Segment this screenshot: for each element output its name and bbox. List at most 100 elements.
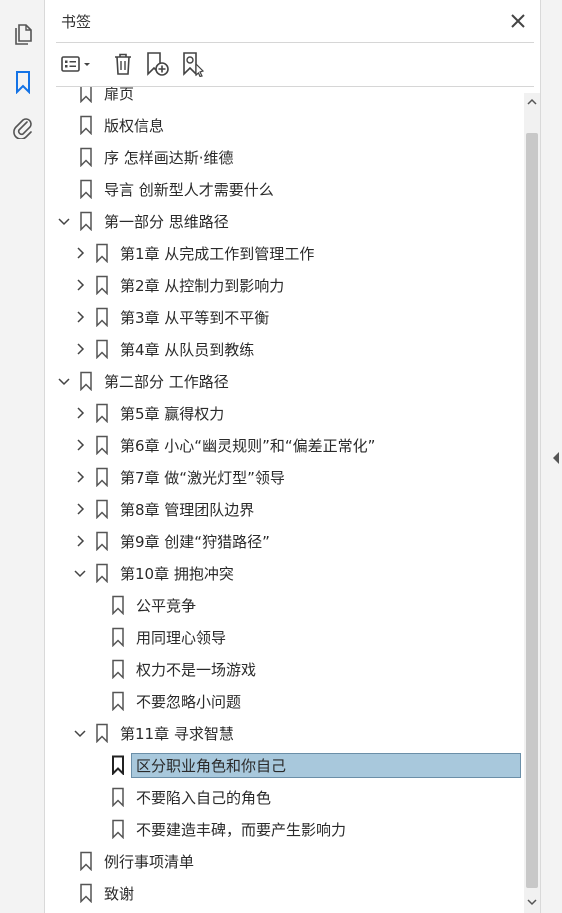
bookmark-item[interactable]: 第11章 寻求智慧: [72, 717, 234, 749]
bookmark-item[interactable]: 扉页: [56, 87, 134, 109]
bookmark-item-icon: [94, 499, 110, 519]
chevron-right-icon[interactable]: [72, 309, 88, 325]
chevron-right-icon[interactable]: [72, 277, 88, 293]
bookmark-item[interactable]: 序 怎样画达斯·维德: [56, 141, 234, 173]
attachment-icon[interactable]: [9, 113, 37, 141]
close-icon[interactable]: [508, 11, 528, 31]
scroll-up-arrow-icon[interactable]: [524, 93, 540, 111]
bookmark-item-icon: [94, 435, 110, 455]
scroll-down-arrow-icon[interactable]: [524, 893, 540, 911]
bookmark-item-label: 第10章 拥抱冲突: [120, 564, 234, 583]
chevron-right-icon[interactable]: [72, 437, 88, 453]
bookmark-item-icon: [78, 851, 94, 871]
chevron-right-icon[interactable]: [72, 469, 88, 485]
bookmark-item[interactable]: 不要陷入自己的角色: [88, 781, 271, 813]
bookmark-item-label: 版权信息: [104, 116, 165, 135]
bookmark-item-icon: [78, 211, 94, 231]
bookmark-item-icon: [94, 563, 110, 583]
bookmark-item[interactable]: 版权信息: [56, 109, 164, 141]
bookmark-item-icon: [110, 627, 126, 647]
pages-icon[interactable]: [9, 21, 37, 49]
bookmark-item[interactable]: 第一部分 思维路径: [56, 205, 229, 237]
bookmark-item[interactable]: 权力不是一场游戏: [88, 653, 256, 685]
bookmark-item[interactable]: 第4章 从队员到教练: [72, 333, 254, 365]
chevron-right-icon[interactable]: [72, 245, 88, 261]
bookmark-item-label: 公平竞争: [136, 596, 197, 615]
bookmarks-panel: 书签 扉页 版权信息 序 怎样画达斯·维德 导言 创新型人才需要什么 第一部分 …: [46, 0, 540, 913]
chevron-right-icon[interactable]: [72, 533, 88, 549]
bookmark-item[interactable]: 不要忽略小问题: [88, 685, 241, 717]
chevron-right-icon[interactable]: [72, 341, 88, 357]
bookmark-item[interactable]: 不要建造丰碑，而要产生影响力: [88, 813, 346, 845]
bookmark-item[interactable]: 第6章 小心“幽灵规则”和“偏差正常化”: [72, 429, 375, 461]
bookmark-item-label: 权力不是一场游戏: [136, 660, 257, 679]
chevron-down-icon[interactable]: [56, 373, 72, 389]
bookmark-item-icon: [94, 339, 110, 359]
bookmark-item-label: 第一部分 思维路径: [104, 212, 229, 231]
vertical-scrollbar[interactable]: [524, 93, 540, 913]
bookmark-item-label: 序 怎样画达斯·维德: [104, 148, 234, 167]
bookmark-item-label: 致谢: [104, 884, 135, 903]
bookmark-item[interactable]: 致谢: [56, 877, 134, 909]
bookmark-item-label: 区分职业角色和你自己: [131, 752, 521, 778]
bookmark-item[interactable]: 公平竞争: [88, 589, 196, 621]
collapse-panel-arrow-icon[interactable]: [551, 450, 561, 466]
bookmark-item-selected[interactable]: 区分职业角色和你自己: [88, 749, 521, 781]
bookmark-item[interactable]: 第3章 从平等到不平衡: [72, 301, 269, 333]
bookmark-item-label: 第4章 从队员到教练: [120, 340, 255, 359]
bookmark-item[interactable]: 例行事项清单: [56, 845, 194, 877]
bookmark-item-icon: [78, 115, 94, 135]
bookmark-tree: 扉页版权信息序 怎样画达斯·维德导言 创新型人才需要什么第一部分 思维路径第1章…: [46, 87, 522, 913]
bookmark-item-icon: [94, 275, 110, 295]
chevron-right-icon[interactable]: [72, 405, 88, 421]
bookmark-item-icon: [94, 723, 110, 743]
chevron-down-icon[interactable]: [72, 725, 88, 741]
header-divider: [56, 42, 534, 43]
chevron-down-icon[interactable]: [72, 565, 88, 581]
bookmark-item-icon: [94, 307, 110, 327]
bookmark-icon[interactable]: [9, 68, 37, 96]
bookmark-item[interactable]: 第2章 从控制力到影响力: [72, 269, 284, 301]
bookmark-item-label: 第11章 寻求智慧: [120, 724, 234, 743]
options-dropdown-icon[interactable]: [58, 51, 96, 77]
bookmark-item-label: 第5章 赢得权力: [120, 404, 225, 423]
find-bookmark-icon[interactable]: [180, 51, 206, 77]
panel-header: 书签: [46, 0, 540, 42]
add-bookmark-icon[interactable]: [144, 51, 170, 77]
bookmark-item-icon: [110, 691, 126, 711]
bookmark-item[interactable]: 第7章 做“激光灯型”领导: [72, 461, 285, 493]
bookmark-item-icon: [94, 403, 110, 423]
bookmark-item[interactable]: 第5章 赢得权力: [72, 397, 224, 429]
bookmark-item[interactable]: 第9章 创建“狩猎路径”: [72, 525, 270, 557]
bookmark-item[interactable]: 第8章 管理团队边界: [72, 493, 254, 525]
bookmark-item-icon: [78, 147, 94, 167]
bookmark-item-icon: [78, 883, 94, 903]
bookmark-item-icon: [94, 467, 110, 487]
bookmark-item-icon: [78, 87, 94, 103]
bookmark-item-label: 第二部分 工作路径: [104, 372, 229, 391]
bookmark-item-icon: [110, 819, 126, 839]
bookmark-item[interactable]: 第1章 从完成工作到管理工作: [72, 237, 314, 269]
bookmark-item[interactable]: 第二部分 工作路径: [56, 365, 229, 397]
panel-title: 书签: [61, 13, 92, 31]
chevron-down-icon[interactable]: [56, 213, 72, 229]
bookmark-item[interactable]: 用同理心领导: [88, 621, 226, 653]
bookmark-item[interactable]: 导言 创新型人才需要什么: [56, 173, 274, 205]
bookmark-item-label: 扉页: [104, 87, 135, 103]
delete-icon[interactable]: [110, 51, 136, 77]
bookmark-item-label: 第1章 从完成工作到管理工作: [120, 244, 315, 263]
bookmark-item-label: 例行事项清单: [104, 852, 195, 871]
bookmark-item[interactable]: 第10章 拥抱冲突: [72, 557, 234, 589]
chevron-right-icon[interactable]: [72, 501, 88, 517]
scrollbar-thumb[interactable]: [526, 133, 538, 888]
bookmark-item-icon: [110, 659, 126, 679]
